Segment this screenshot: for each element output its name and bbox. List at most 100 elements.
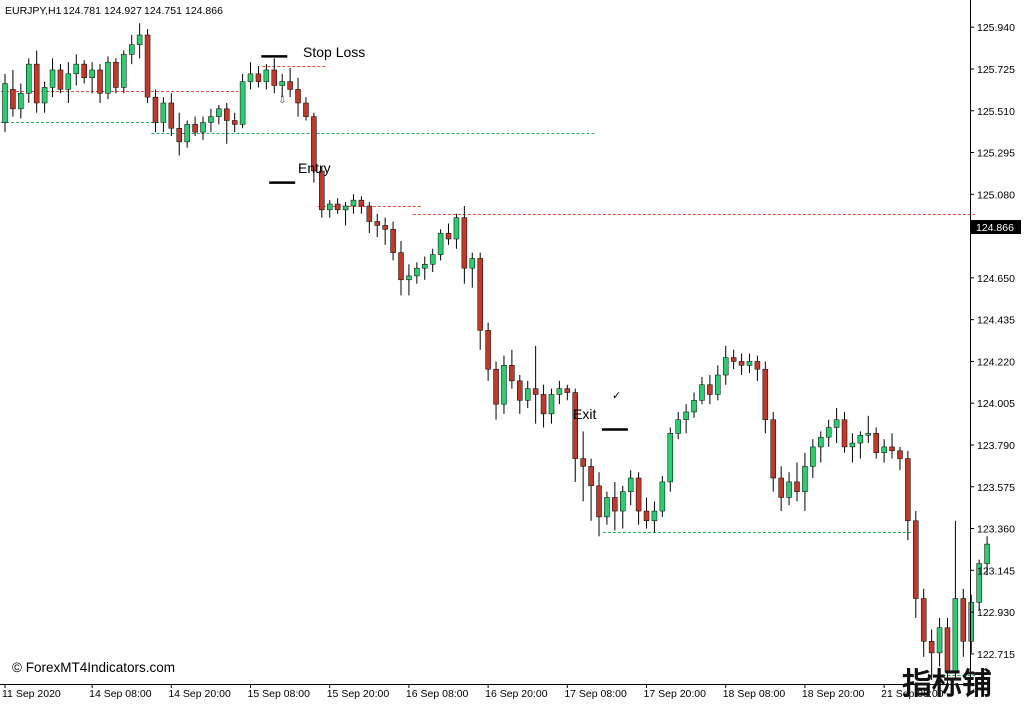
candle-body-bear: [57, 69, 64, 90]
candle-body-bull: [184, 124, 190, 143]
candle-body-bear: [271, 69, 278, 86]
candle-body-bull: [524, 388, 531, 401]
candle-body-bull: [326, 203, 333, 211]
candle-body-bull: [279, 81, 285, 86]
candle-body-bear: [707, 384, 713, 395]
candle[interactable]: [105, 56, 111, 100]
candle-body-bear: [897, 450, 903, 459]
candle-body-bull: [810, 446, 816, 467]
candle-body-bear: [445, 232, 452, 240]
price-tick-label: 123.145: [977, 565, 1015, 577]
candle-body-bull: [89, 69, 95, 78]
candle-body-bull: [667, 433, 674, 483]
candle-body-bull: [825, 427, 832, 438]
candle-body-bear: [97, 69, 103, 94]
candle-body-bear: [540, 394, 547, 415]
candle-body-bull: [200, 122, 206, 133]
candle-body-bull: [18, 93, 24, 110]
candle-body-bear: [517, 380, 523, 401]
candle-body-bear: [366, 205, 373, 222]
symbol-label: EURJPY,H1: [5, 5, 62, 17]
candle-body-bull: [2, 83, 8, 123]
candle[interactable]: [667, 427, 674, 492]
candle-body-bull: [699, 384, 705, 401]
candle-body-bull: [406, 275, 412, 281]
candle-body-bear: [928, 641, 935, 654]
entry-label: Entry: [298, 160, 331, 176]
candle-body-bull: [604, 497, 610, 518]
candle[interactable]: [659, 476, 666, 517]
high-price: 124.927: [104, 5, 142, 17]
candle-body-bull: [857, 435, 864, 444]
candle-body-bear: [635, 477, 642, 512]
candle-body-bull: [683, 411, 689, 420]
time-tick-label: 14 Sep 08:00: [89, 688, 152, 700]
candle-body-bear: [113, 61, 119, 88]
price-chart[interactable]: 125.940 125.725 125.510 125.295 125.080 124.6…: [0, 0, 1024, 704]
candle-body-bull: [556, 388, 563, 395]
price-tick-label: 122.930: [977, 607, 1015, 619]
candle-body-bear: [509, 365, 515, 382]
candle-body-bear: [944, 627, 951, 673]
candle-body-bull: [414, 267, 420, 277]
candle-body-bull: [786, 481, 792, 498]
candle-body-bear: [738, 361, 745, 366]
candle-body-bull: [818, 436, 824, 448]
candle-body-bear: [960, 598, 967, 642]
open-price: 124.781: [63, 5, 101, 17]
stop-loss-label: Stop Loss: [303, 44, 365, 60]
candle-body-bull: [833, 419, 840, 428]
price-tick-label: 124.220: [977, 356, 1015, 368]
candle-body-bear: [612, 497, 618, 512]
candle-body-bull: [26, 63, 32, 94]
price-tick-label: 125.295: [977, 148, 1015, 160]
current-price-marker: 124.866: [971, 220, 1021, 234]
candle-body-bear: [152, 96, 159, 123]
time-tick-label: 17 Sep 20:00: [644, 688, 707, 700]
candle-body-bull: [984, 543, 990, 564]
candle-body-bear: [319, 170, 325, 211]
candle-body-bear: [873, 433, 879, 454]
candle-body-bull: [453, 217, 460, 240]
candle-body-bear: [588, 466, 594, 487]
candle-body-bear: [144, 34, 151, 98]
candle-body-bear: [390, 229, 396, 253]
candle-body-bear: [920, 598, 927, 642]
candle-body-bull: [49, 69, 56, 88]
candle-body-bull: [691, 400, 697, 413]
candle-body-bull: [73, 63, 80, 75]
candle-body-bear: [224, 108, 230, 121]
candle-body-bull: [548, 394, 555, 415]
time-tick-label: 11 Sep 2020: [2, 688, 61, 700]
exit-label: Exit: [573, 406, 596, 422]
price-tick-label: 125.510: [977, 106, 1015, 118]
watermark-logo: 指标铺: [902, 667, 992, 702]
time-tick-label: 16 Sep 08:00: [406, 688, 469, 700]
candle-body-bear: [778, 477, 784, 498]
price-tick-label: 122.715: [977, 649, 1015, 661]
candle-body-bear: [762, 368, 769, 420]
candle-body-bear: [493, 368, 499, 405]
price-tick-label: 124.005: [977, 398, 1015, 410]
check-mark-icon: ✓: [612, 389, 621, 402]
candle[interactable]: [239, 73, 246, 129]
candle-body-bull: [136, 34, 143, 45]
candle-body-bear: [398, 252, 404, 281]
candle-body-bull: [437, 232, 444, 255]
candle-body-bull: [651, 510, 658, 522]
candle[interactable]: [121, 50, 127, 94]
time-tick-label: 17 Sep 08:00: [564, 688, 627, 700]
price-tick-label: 125.080: [977, 189, 1015, 201]
symbol-info: EURJPY,H1 124.781 124.927 124.751 124.86…: [5, 5, 223, 17]
candle-body-bear: [596, 485, 602, 518]
candle-body-bull: [208, 116, 214, 123]
candle-body-bull: [422, 264, 428, 269]
candle-body-bear: [334, 203, 341, 211]
time-tick-label: 15 Sep 08:00: [248, 688, 311, 700]
candle[interactable]: [144, 29, 151, 103]
candle-body-bear: [295, 89, 301, 104]
candle-body-bear: [33, 63, 40, 104]
candle-body-bear: [303, 102, 309, 117]
price-tick-label: 123.360: [977, 524, 1015, 536]
candle-body-bear: [231, 120, 238, 125]
